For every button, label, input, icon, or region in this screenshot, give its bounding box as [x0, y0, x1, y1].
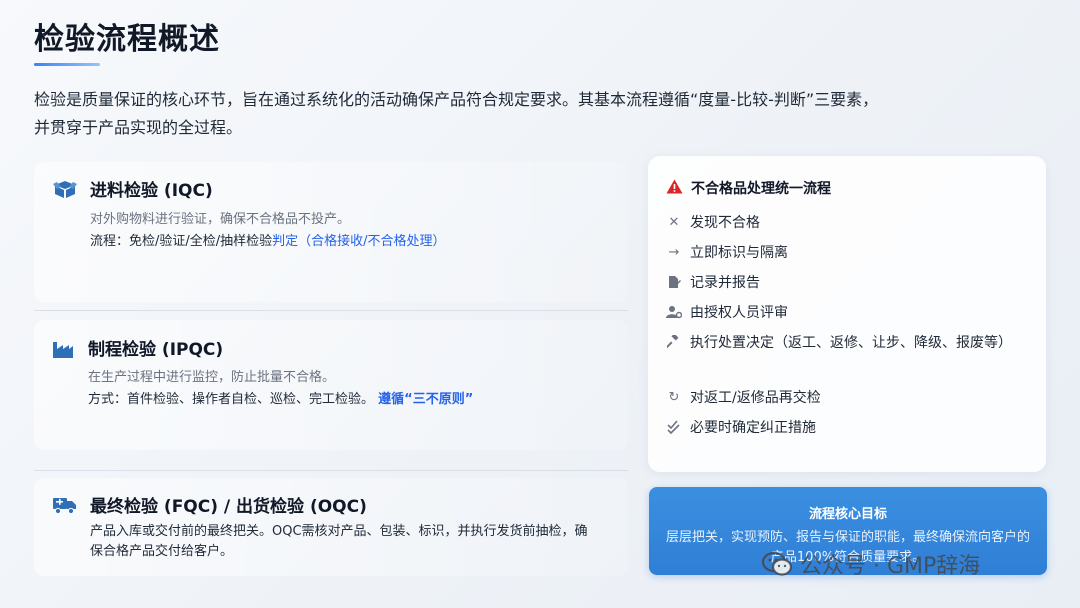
section-iqc-title: 进料检验 (IQC): [90, 181, 213, 201]
wechat-icon: [761, 551, 793, 577]
section-fqc-title: 最终检验 (FQC) / 出货检验 (OQC): [90, 497, 367, 517]
process-step-label: 执行处置决定（返工、返修、让步、降级、报废等）: [690, 335, 1012, 351]
process-step: ✕ 发现不合格: [666, 212, 760, 232]
intro-text: 检验是质量保证的核心环节，旨在通过系统化的活动确保产品符合规定要求。其基本流程遵…: [34, 86, 954, 142]
section-fqc: 最终检验 (FQC) / 出货检验 (OQC) 产品入库或交付前的最终把关。OQ…: [34, 478, 628, 576]
section-fqc-desc-line-2: 保合格产品交付给客户。: [90, 544, 234, 559]
section-divider: [34, 470, 628, 471]
watermark-text: 公众号 · GMP辞海: [800, 554, 981, 579]
process-step-label: 立即标识与隔离: [690, 245, 788, 261]
process-step: ↻ 对返工/返修品再交检: [666, 387, 821, 407]
page-title: 检验流程概述: [34, 22, 220, 57]
section-ipqc-title: 制程检验 (IPQC): [88, 340, 224, 360]
section-ipqc-method-prefix: 方式：首件检验、操作者自检、巡检、完工检验。: [88, 392, 375, 407]
section-fqc-desc-line-1: 产品入库或交付前的最终把关。OQC需核对产品、包装、标识，并执行发货前抽检，确: [90, 524, 588, 539]
process-step: 由授权人员评审: [666, 302, 788, 322]
warning-icon: [666, 179, 683, 198]
section-iqc-desc: 对外购物料进行验证，确保不合格品不投产。: [90, 212, 351, 227]
process-step: 必要时确定纠正措施: [666, 417, 816, 437]
section-fqc-desc: 产品入库或交付前的最终把关。OQC需核对产品、包装、标识，并执行发货前抽检，确 …: [90, 522, 620, 562]
arrow-right-icon: →: [668, 244, 680, 260]
process-step: 记录并报告: [666, 272, 760, 292]
section-iqc: 进料检验 (IQC) 对外购物料进行验证，确保不合格品不投产。 流程：免检/验证…: [34, 162, 628, 302]
process-step: → 立即标识与隔离: [666, 242, 788, 262]
section-ipqc: 制程检验 (IPQC) 在生产过程中进行监控，防止批量不合格。 方式：首件检验、…: [34, 320, 628, 450]
process-step-label: 记录并报告: [690, 275, 760, 291]
intro-line-2: 并贯穿于产品实现的全过程。: [34, 118, 243, 137]
nonconforming-process-panel: 不合格品处理统一流程 ✕ 发现不合格 → 立即标识与隔离 记录并报告 由授权人员…: [648, 156, 1046, 472]
document-edit-icon: [666, 275, 682, 289]
factory-icon: [50, 337, 76, 359]
panel-title: 不合格品处理统一流程: [691, 181, 831, 197]
process-step-label: 必要时确定纠正措施: [690, 420, 816, 436]
section-iqc-flow: 流程：免检/验证/全检/抽样检验判定（合格接收/不合格处理）: [90, 230, 446, 249]
redo-icon: ↻: [668, 389, 680, 405]
truck-icon: [52, 494, 78, 516]
title-underline: [34, 63, 100, 66]
section-iqc-flow-prefix: 流程：免检/验证/全检/抽样检验: [90, 234, 273, 249]
watermark: 公众号 · GMP辞海: [761, 548, 981, 580]
process-step-label: 对返工/返修品再交检: [690, 390, 821, 406]
panel-title-row: 不合格品处理统一流程: [666, 178, 831, 198]
section-divider: [34, 310, 628, 311]
gavel-icon: [666, 335, 682, 349]
section-ipqc-method: 方式：首件检验、操作者自检、巡检、完工检验。 遵循“三不原则”: [88, 388, 473, 407]
process-step: 执行处置决定（返工、返修、让步、降级、报废等）: [666, 332, 1012, 352]
intro-line-1: 检验是质量保证的核心环节，旨在通过系统化的活动确保产品符合规定要求。其基本流程遵…: [34, 90, 879, 109]
section-iqc-flow-highlight: 判定（合格接收/不合格处理）: [272, 234, 446, 249]
double-check-icon: [666, 420, 682, 434]
process-step-label: 由授权人员评审: [690, 305, 788, 321]
section-ipqc-desc: 在生产过程中进行监控，防止批量不合格。: [88, 370, 336, 385]
process-step-label: 发现不合格: [690, 215, 760, 231]
x-icon: ✕: [668, 214, 680, 230]
section-ipqc-method-highlight: 遵循“三不原则”: [378, 392, 474, 407]
core-goal-title: 流程核心目标: [808, 507, 887, 522]
user-gear-icon: [666, 305, 682, 319]
box-icon: [52, 178, 78, 200]
